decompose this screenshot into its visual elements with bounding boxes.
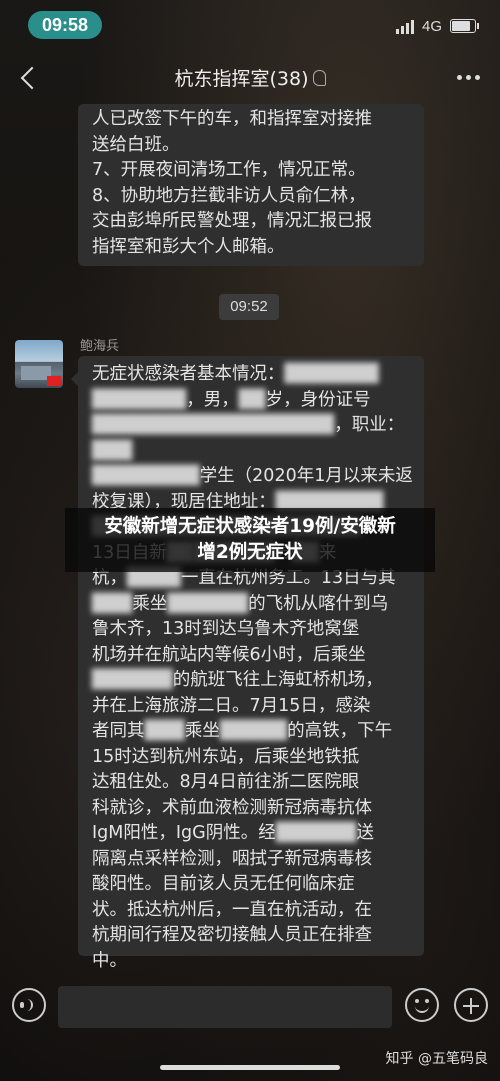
message-text: 状。抵达杭州后，一直在杭活动，在 <box>92 899 372 920</box>
voice-input-icon[interactable] <box>12 988 46 1022</box>
avatar-flag <box>47 376 61 386</box>
message-line: 达租住处。8月4日前往浙二医院眼 <box>92 770 416 796</box>
sender-avatar[interactable] <box>15 340 63 388</box>
message-text: 送 <box>356 823 374 843</box>
message-line: 15时达到杭州东站，后乘坐地铁抵 <box>92 745 416 771</box>
redacted-text: ███ <box>144 721 185 741</box>
network-type: 4G <box>421 17 442 35</box>
message-text: 学生（2020年1月以来未返 <box>199 466 413 486</box>
message-text: 机场并在航站内等候6小时，后乘坐 <box>92 644 366 665</box>
message-text: 中。 <box>92 950 127 971</box>
status-bar: 09:58 4G <box>0 0 500 50</box>
message-text: ，职业： <box>334 415 405 435</box>
redacted-text: ██████ <box>92 670 173 690</box>
message-text: IgM阳性，IgG阴性。经 <box>92 823 276 843</box>
emoji-icon[interactable] <box>405 988 439 1022</box>
message-text-input[interactable] <box>58 986 392 1028</box>
sender-name: 鲍海兵 <box>80 339 120 354</box>
redacted-text: ██████ <box>275 823 357 843</box>
signal-icon <box>395 18 414 34</box>
message-text: 15时达到杭州东站，后乘坐地铁抵 <box>92 746 360 767</box>
message-text: 者同其 <box>92 721 145 741</box>
chat-title-wrap: 杭东指挥室(38) <box>0 64 500 91</box>
message-line: 鲁木齐，13时到达乌鲁木齐地窝堡 <box>92 617 416 643</box>
message-text: 乘坐 <box>132 593 168 614</box>
message-line: ████████学生（2020年1月以来未返 <box>92 464 416 490</box>
message-text: 的高铁，下午 <box>287 721 393 741</box>
message-line: 酸阳性。目前该人员无任何临床症 <box>92 872 416 898</box>
redacted-text: ██████ <box>167 593 249 614</box>
message-text: ，男， <box>186 389 239 410</box>
plus-icon[interactable] <box>454 988 488 1022</box>
status-indicators: 4G <box>395 16 479 36</box>
chat-title: 杭东指挥室(38) <box>174 68 309 90</box>
message-line: 科就诊，术前血液检测新冠病毒抗体 <box>92 796 416 822</box>
message-input-bar <box>0 970 500 1040</box>
message-line: 者同其███乘坐█████的高铁，下午 <box>92 719 416 745</box>
message-line: ██████████████████，职业： ███ <box>92 413 416 464</box>
message-bubble-previous: 人已改签下午的车，和指挥室对接推 送给白班。 7、开展夜间清场工作，情况正常。 8、协… <box>78 104 424 266</box>
message-line: 并在上海旅游二日。7月15日，感染 <box>92 694 416 720</box>
message-line: ███乘坐██████的飞机从喀什到乌 <box>92 592 416 618</box>
message-text: 无症状感染者基本情况： <box>92 364 285 384</box>
message-text: 鲁木齐，13时到达乌鲁木齐地窝堡 <box>92 619 360 639</box>
message-text: 的航班飞往上海虹桥机场， <box>172 670 383 690</box>
message-line: 杭期间行程及密切接触人员正在排查 <box>92 923 416 949</box>
message-line: 交由彭埠所民警处理，情况汇报已报 <box>92 211 372 231</box>
message-line: 指挥室和彭大个人邮箱。 <box>92 236 285 257</box>
message-text: 杭期间行程及密切接触人员正在排查 <box>92 925 372 945</box>
message-bubble-case-report: 无症状感染者基本情况：███████ ███████，男，██岁，身份证号 ████… <box>71 356 424 971</box>
headline-line2: 增2例无症状 <box>197 542 303 563</box>
headline-line1: 安徽新增无症状感染者19例/安徽新 <box>104 516 396 537</box>
more-options-icon[interactable] <box>450 62 486 92</box>
redacted-text: █████ <box>219 721 288 741</box>
message-line: 机场并在航站内等候6小时，后乘坐 <box>92 643 416 669</box>
message-line: 隔离点采样检测，咽拭子新冠病毒核 <box>92 847 416 873</box>
message-text: 乘坐 <box>184 721 220 741</box>
message-timestamp: 09:52 <box>219 294 279 320</box>
message-line: ███████，男，██岁，身份证号 <box>92 388 416 414</box>
message-text: 的飞机从喀什到乌 <box>248 593 389 614</box>
headline-overlay: 安徽新增无症状感染者19例/安徽新 增2例无症状 <box>65 508 435 572</box>
message-line: ██████的航班飞往上海虹桥机场， <box>92 668 416 694</box>
redacted-text: ████████ <box>92 466 200 486</box>
ear-icon <box>312 70 326 86</box>
message-text: 隔离点采样检测，咽拭子新冠病毒核 <box>92 848 372 869</box>
message-text: 岁，身份证号 <box>265 389 371 410</box>
message-text: 科就诊，术前血液检测新冠病毒抗体 <box>92 797 372 818</box>
home-indicator[interactable] <box>160 1065 340 1070</box>
watermark: 知乎 @五笔码良 <box>385 1051 488 1067</box>
message-line: 状。抵达杭州后，一直在杭活动，在 <box>92 898 416 924</box>
message-line: 送给白班。 <box>92 134 180 155</box>
message-text: 酸阳性。目前该人员无任何临床症 <box>92 874 355 894</box>
message-line: IgM阳性，IgG阴性。经██████送 <box>92 821 416 847</box>
chat-header: 杭东指挥室(38) <box>0 54 500 104</box>
message-line: 8、协助地方拦截非访人员俞仁林， <box>92 185 366 206</box>
redacted-text: ███ <box>92 440 133 461</box>
redacted-text: ██████████████████ <box>92 415 335 435</box>
battery-icon <box>450 19 479 33</box>
message-text: 达租住处。8月4日前往浙二医院眼 <box>92 772 360 792</box>
redacted-text: ███████ <box>284 364 379 384</box>
message-line: 人已改签下午的车，和指挥室对接推 <box>92 109 372 129</box>
message-line: 7、开展夜间清场工作，情况正常。 <box>92 160 366 180</box>
status-time: 09:58 <box>28 11 102 39</box>
message-text: 并在上海旅游二日。7月15日，感染 <box>92 695 371 716</box>
redacted-text: ███████ <box>92 389 187 410</box>
message-line: 无症状感染者基本情况：███████ <box>92 362 416 388</box>
redacted-text: ██ <box>238 389 266 410</box>
redacted-text: ███ <box>92 593 133 614</box>
